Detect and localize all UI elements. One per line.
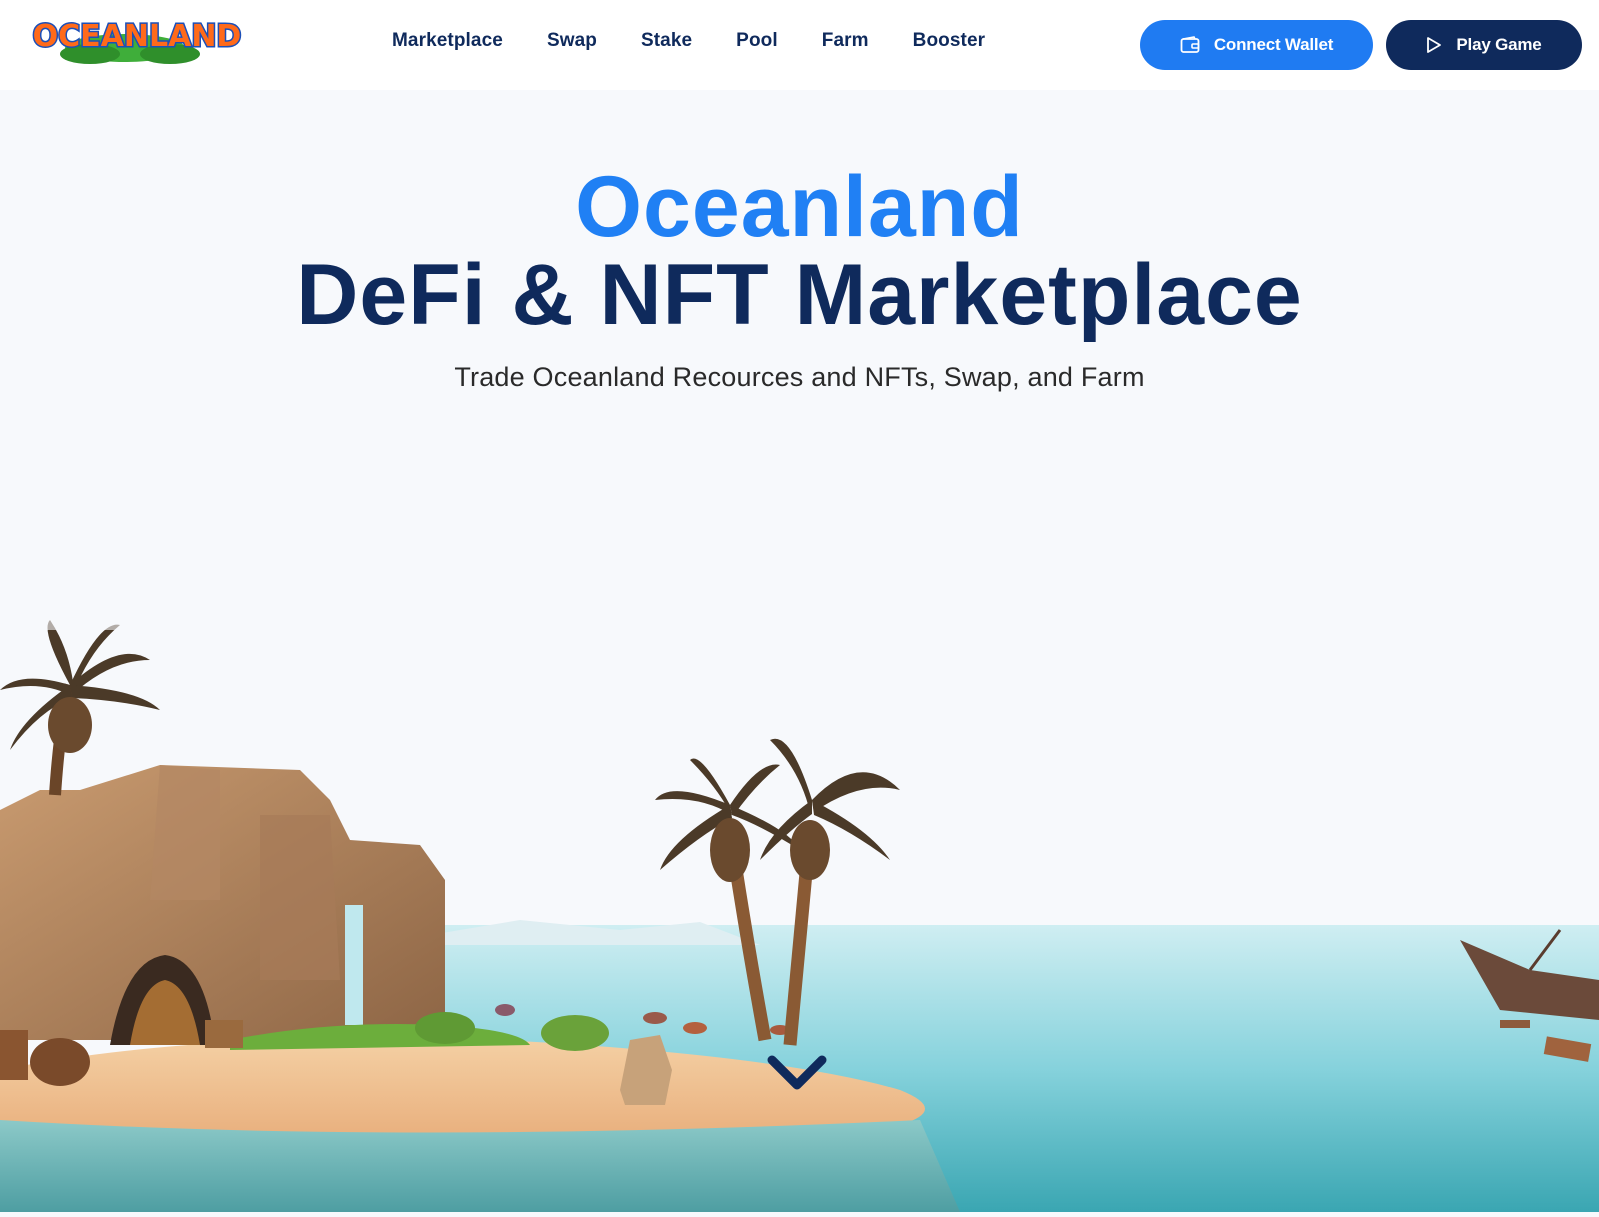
site-header: OCEANLAND Marketplace Swap Stake Pool Fa…: [0, 0, 1599, 90]
play-icon: [1426, 36, 1442, 54]
nav-farm[interactable]: Farm: [822, 30, 869, 52]
svg-text:OCEANLAND: OCEANLAND: [33, 19, 242, 54]
wallet-icon: [1180, 36, 1200, 54]
island-scene-illustration: [0, 600, 1599, 1212]
nav-swap[interactable]: Swap: [547, 30, 597, 52]
oceanland-logo[interactable]: OCEANLAND: [30, 8, 245, 72]
nav-marketplace[interactable]: Marketplace: [392, 30, 503, 52]
hero-subtitle: Trade Oceanland Recources and NFTs, Swap…: [454, 362, 1145, 392]
connect-wallet-label: Connect Wallet: [1213, 35, 1334, 54]
play-game-label: Play Game: [1456, 35, 1542, 54]
connect-wallet-button[interactable]: Connect Wallet: [1140, 20, 1373, 70]
hero-title-brand: Oceanland: [575, 159, 1024, 255]
chevron-down-icon[interactable]: [762, 1050, 832, 1100]
play-game-button[interactable]: Play Game: [1386, 20, 1582, 70]
nav-pool[interactable]: Pool: [736, 30, 778, 52]
main-nav: Marketplace Swap Stake Pool Farm Booster: [392, 30, 1029, 52]
nav-booster[interactable]: Booster: [913, 30, 986, 52]
nav-stake[interactable]: Stake: [641, 30, 692, 52]
hero-title-tagline: DeFi & NFT Marketplace: [296, 247, 1303, 343]
